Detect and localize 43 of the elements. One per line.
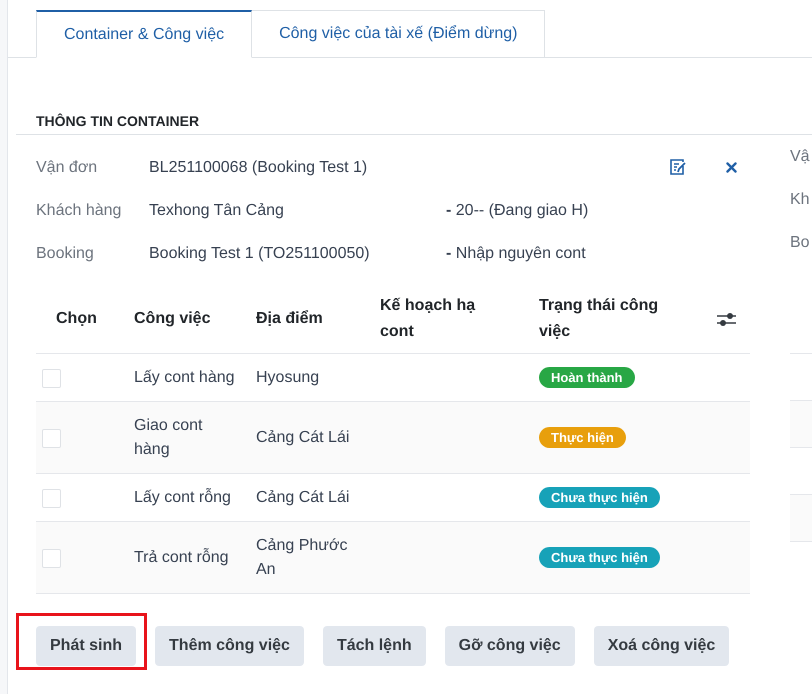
sliders-icon[interactable] xyxy=(717,312,736,326)
status-badge: Chưa thực hiện xyxy=(539,547,660,568)
field-value: BL251100068 (Booking Test 1) xyxy=(149,158,368,176)
status-badge: Hoàn thành xyxy=(539,367,634,388)
column-header: Địa điểm xyxy=(256,310,323,327)
row-checkbox[interactable] xyxy=(42,428,61,448)
close-icon[interactable] xyxy=(726,162,737,173)
action-button[interactable]: Tách lệnh xyxy=(322,626,426,666)
table-cell: Trả cont rỗng xyxy=(134,549,229,566)
table-cell: Hyosung xyxy=(256,369,320,386)
column-header: Chọn xyxy=(56,310,97,327)
table-cell: Cảng Cát Lái xyxy=(256,429,350,446)
field-label: Vậ xyxy=(790,148,811,166)
tab[interactable]: Container & Công việc xyxy=(36,10,252,58)
action-button[interactable]: Gỡ công việc xyxy=(444,626,575,666)
field-value: - Nhập nguyên cont xyxy=(446,244,586,262)
action-button[interactable]: Phát sinh xyxy=(36,626,136,666)
field-label: Kh xyxy=(790,190,811,208)
field-label: Bo xyxy=(790,234,811,252)
action-button[interactable]: Xoá công việc xyxy=(594,626,730,666)
row-checkbox[interactable] xyxy=(42,368,61,388)
field-value: Texhong Tân Cảng xyxy=(149,202,285,220)
action-button[interactable]: Thêm công việc xyxy=(155,626,304,666)
edit-icon[interactable] xyxy=(670,159,686,175)
column-header: Kế hoạch hạ cont xyxy=(380,297,476,340)
tab[interactable]: Công việc của tài xế (Điểm dừng) xyxy=(252,10,546,58)
status-badge: Thực hiện xyxy=(539,427,626,448)
column-header: Công việc xyxy=(134,310,210,327)
row-checkbox[interactable] xyxy=(42,488,61,508)
field-value: Booking Test 1 (TO251100050) xyxy=(149,244,371,262)
field-label: Booking xyxy=(36,244,95,262)
table-cell: Cảng Cát Lái xyxy=(256,489,350,506)
row-checkbox[interactable] xyxy=(42,548,61,568)
table-cell: Giao cont hàng xyxy=(134,417,202,458)
status-badge: Chưa thực hiện xyxy=(539,487,660,508)
field-label: Khách hàng xyxy=(36,202,122,220)
section-title: THÔNG TIN CONTAINER xyxy=(36,113,200,129)
field-value: - 20-- (Đang giao H) xyxy=(446,202,588,220)
table-cell: Cảng Phước An xyxy=(256,537,348,578)
table-cell: Lấy cont rỗng xyxy=(134,489,231,506)
column-header: Trạng thái công việc xyxy=(539,297,658,340)
field-label: Vận đơn xyxy=(36,158,98,176)
table-cell: Lấy cont hàng xyxy=(134,369,235,386)
